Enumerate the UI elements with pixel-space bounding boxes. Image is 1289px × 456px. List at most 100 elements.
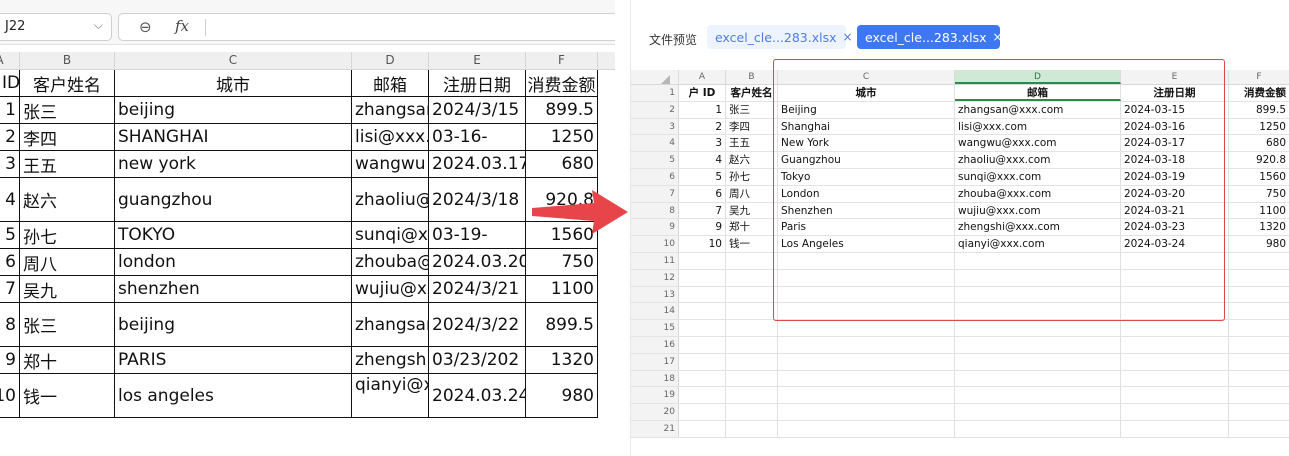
cell-amount[interactable]: 899.5 (1229, 102, 1289, 118)
cell-city[interactable] (778, 421, 955, 437)
cell-name[interactable]: 赵六 (20, 178, 115, 222)
cell-date[interactable]: 03-16- (429, 124, 526, 151)
cell-name[interactable]: 张三 (726, 101, 778, 118)
cell-date[interactable]: 2024.03.17 (429, 151, 526, 178)
cell-amount[interactable] (1229, 337, 1289, 353)
cell-id[interactable]: 7 (679, 202, 726, 219)
cell-date[interactable] (1121, 370, 1229, 387)
cell-amount[interactable] (1229, 421, 1289, 437)
cell-id[interactable]: 6 (679, 185, 726, 202)
cell-name[interactable]: 孙七 (20, 222, 115, 249)
cell-amount[interactable]: 1320 (1229, 219, 1289, 235)
cell-date[interactable]: 03-19- (429, 222, 526, 249)
header-cell-date[interactable]: 注册日期 (429, 70, 526, 97)
cell-id[interactable]: 10 (679, 236, 726, 252)
cell-email[interactable]: zhouba@ (352, 249, 429, 276)
cell-id[interactable]: 8 (0, 303, 20, 347)
select-all-corner[interactable] (631, 70, 679, 84)
row-number[interactable]: 19 (631, 387, 679, 404)
cell-city[interactable]: guangzhou (115, 178, 352, 222)
cell-date[interactable]: 2024/3/15 (429, 97, 526, 124)
cell-email[interactable]: zhaoliu@ (352, 178, 429, 222)
tab-file-1[interactable]: excel_cle...283.xlsx × (707, 25, 853, 49)
cell-name[interactable]: 郑十 (20, 347, 115, 374)
row-number[interactable]: 12 (631, 269, 679, 286)
row-number[interactable]: 6 (631, 169, 679, 185)
row-number[interactable]: 13 (631, 286, 679, 303)
cell-id[interactable]: 4 (679, 152, 726, 168)
cell-name[interactable] (726, 404, 778, 420)
cell-id[interactable]: 3 (679, 135, 726, 152)
cell-name[interactable]: 王五 (726, 135, 778, 152)
cell-amount[interactable]: 750 (526, 249, 598, 276)
cell-id[interactable]: 5 (0, 222, 20, 249)
row-number[interactable]: 18 (631, 370, 679, 387)
cell-city[interactable] (778, 387, 955, 404)
cell-email[interactable] (955, 337, 1121, 353)
cell-date[interactable]: 2024.03.20 (429, 249, 526, 276)
column-header-c[interactable]: C (115, 52, 352, 69)
cell-email[interactable]: zhangsan (352, 303, 429, 347)
cell-date[interactable] (1121, 353, 1229, 370)
row-number[interactable]: 20 (631, 404, 679, 420)
cell-amount[interactable] (1229, 253, 1289, 269)
cell-city[interactable] (778, 337, 955, 353)
cell-id[interactable]: 9 (679, 219, 726, 236)
header-cell-amount[interactable]: 消费金额 (1229, 85, 1289, 101)
cell-name[interactable]: 李四 (726, 118, 778, 135)
cell-email[interactable] (955, 370, 1121, 387)
cell-id[interactable] (679, 253, 726, 269)
zoom-icon[interactable]: ⊖ (139, 18, 152, 36)
close-icon[interactable]: × (843, 30, 853, 44)
cell-id[interactable]: 3 (0, 151, 20, 178)
cell-amount[interactable] (1229, 404, 1289, 420)
cell-city[interactable]: beijing (115, 97, 352, 124)
cell-name[interactable]: 郑十 (726, 219, 778, 236)
cell-email[interactable]: sunqi@xx (352, 222, 429, 249)
cell-city[interactable] (778, 320, 955, 336)
cell-email[interactable] (955, 320, 1121, 336)
cell-name[interactable]: 钱一 (20, 374, 115, 418)
cell-name[interactable]: 赵六 (726, 152, 778, 168)
cell-date[interactable]: 03/23/202 (429, 347, 526, 374)
cell-city[interactable]: london (115, 249, 352, 276)
cell-city[interactable]: shenzhen (115, 276, 352, 303)
row-number[interactable]: 9 (631, 219, 679, 236)
cell-id[interactable] (679, 421, 726, 437)
cell-id[interactable]: 9 (0, 347, 20, 374)
cell-amount[interactable]: 680 (526, 151, 598, 178)
column-header-f[interactable]: F (1229, 70, 1289, 84)
cell-name[interactable] (726, 353, 778, 370)
cell-name[interactable]: 吴九 (20, 276, 115, 303)
cell-name[interactable] (726, 320, 778, 336)
cell-date[interactable]: 2024.03.24 (429, 374, 526, 418)
row-number[interactable]: 21 (631, 421, 679, 437)
row-number[interactable]: 15 (631, 320, 679, 336)
chevron-down-icon[interactable]: ⌵ (94, 18, 103, 33)
cell-email[interactable] (955, 421, 1121, 437)
cell-id[interactable]: 2 (0, 124, 20, 151)
cell-amount[interactable]: 980 (1229, 236, 1289, 252)
row-number[interactable]: 8 (631, 202, 679, 219)
cell-id[interactable] (679, 353, 726, 370)
cell-email[interactable] (955, 404, 1121, 420)
cell-name[interactable]: 王五 (20, 151, 115, 178)
cell-name[interactable] (726, 253, 778, 269)
cell-amount[interactable] (1229, 303, 1289, 319)
cell-date[interactable] (1121, 387, 1229, 404)
cell-id[interactable] (679, 320, 726, 336)
cell-name[interactable] (726, 337, 778, 353)
cell-name[interactable]: 张三 (20, 303, 115, 347)
cell-date[interactable] (1121, 421, 1229, 437)
cell-city[interactable]: PARIS (115, 347, 352, 374)
column-header-e[interactable]: E (429, 52, 526, 69)
cell-date[interactable]: 2024/3/21 (429, 276, 526, 303)
cell-date[interactable] (1121, 320, 1229, 336)
cell-id[interactable]: 1 (0, 97, 20, 124)
cell-name[interactable] (726, 303, 778, 320)
cell-id[interactable]: 1 (679, 101, 726, 118)
cell-name[interactable] (726, 421, 778, 437)
header-cell-city[interactable]: 城市 (115, 70, 352, 97)
cell-amount[interactable] (1229, 371, 1289, 387)
cell-email[interactable]: qianyi@xx.com (352, 374, 429, 418)
